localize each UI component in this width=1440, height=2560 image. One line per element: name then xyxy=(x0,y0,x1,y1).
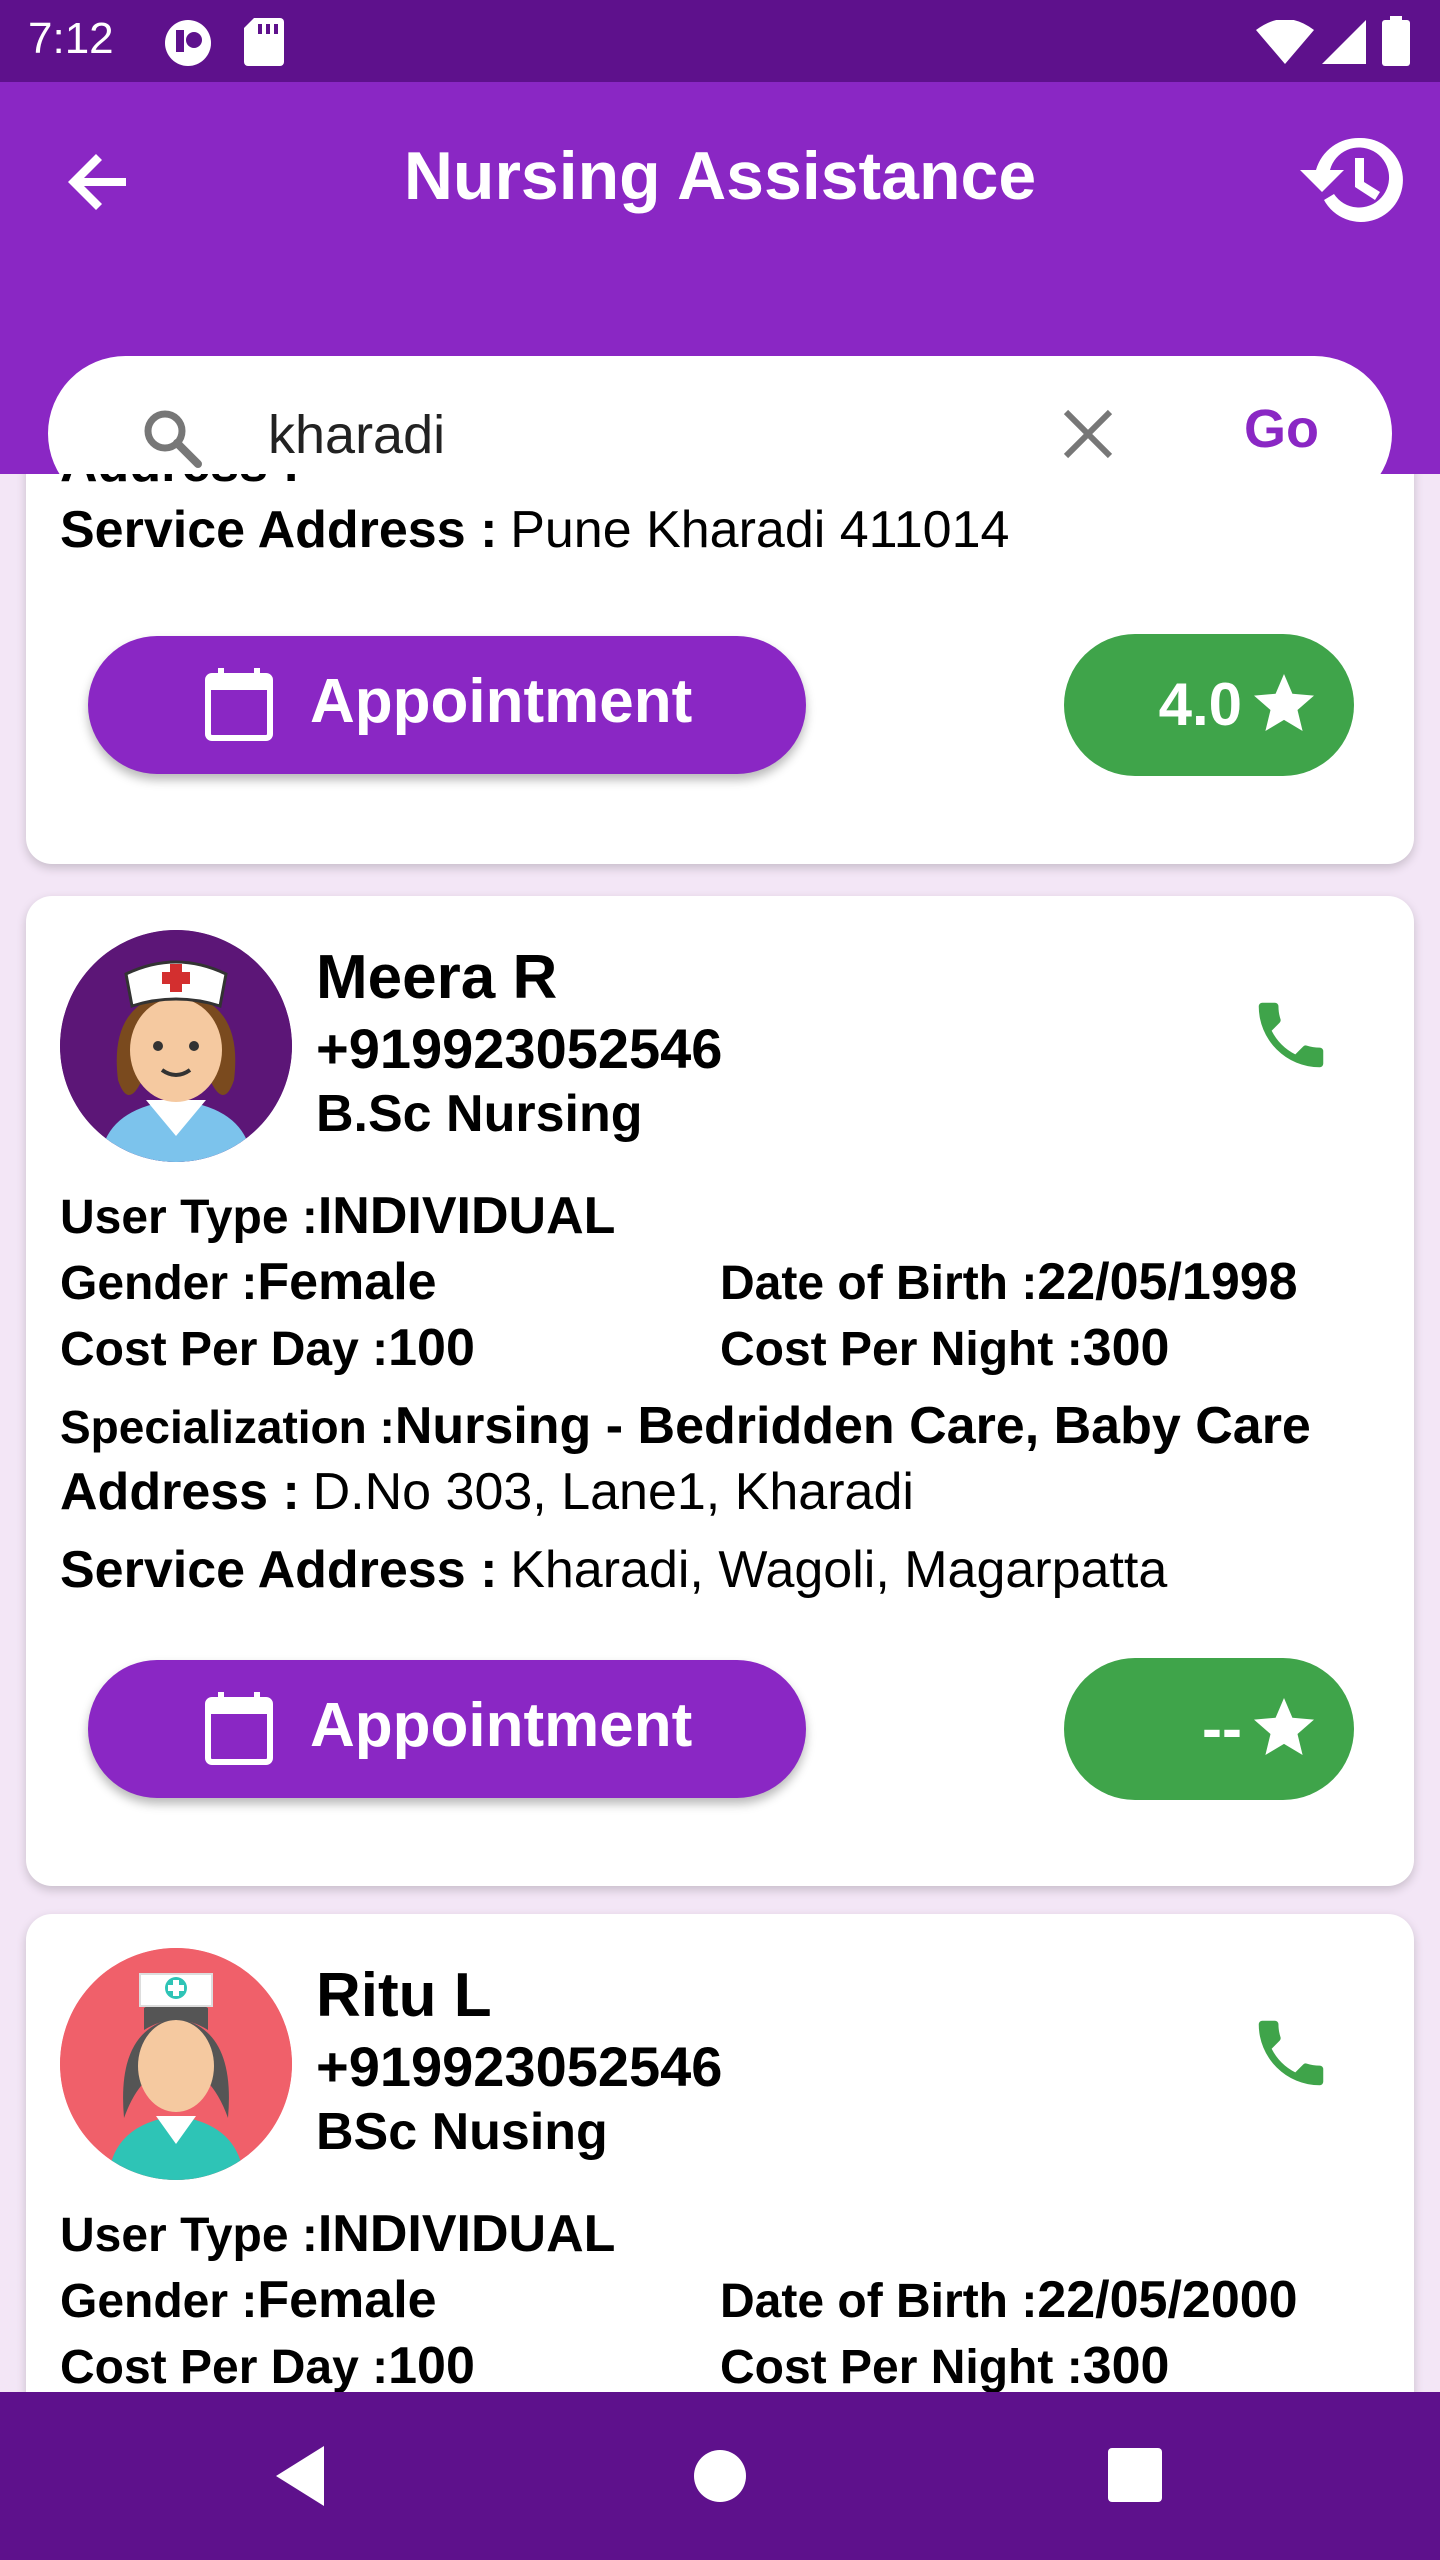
calendar-icon xyxy=(205,668,273,741)
service-address-row: Service Address : Kharadi, Wagoli, Magar… xyxy=(60,1540,1167,1600)
dob-label: Date of Birth : xyxy=(720,2275,1038,2328)
search-input[interactable]: kharadi xyxy=(268,404,445,466)
user-type-value: INDIVIDUAL xyxy=(317,1187,616,1245)
nurse-list: Address : Service Address : Pune Kharadi… xyxy=(0,474,1440,2392)
status-time: 7:12 xyxy=(28,14,114,63)
system-nav-bar xyxy=(0,2392,1440,2560)
nurse-phone: +919923052546 xyxy=(316,1017,723,1080)
signal-icon xyxy=(1322,20,1366,64)
user-type-label: User Type : xyxy=(60,2209,318,2262)
gender-value: Female xyxy=(257,2271,437,2329)
service-address-value: Kharadi, Wagoli, Magarpatta xyxy=(510,1541,1168,1599)
phone-icon[interactable] xyxy=(1248,2010,1334,2096)
appointment-label: Appointment xyxy=(310,667,693,736)
star-icon xyxy=(1254,1698,1314,1755)
nav-home-icon[interactable] xyxy=(692,2448,748,2504)
address-value: D.No 303, Lane1, Kharadi xyxy=(312,1463,914,1521)
gender-label: Gender : xyxy=(60,2275,258,2328)
rating-value: 4.0 xyxy=(1158,671,1242,738)
user-type-row: User Type :INDIVIDUAL xyxy=(60,2204,615,2264)
cost-night-row: Cost Per Night :300 xyxy=(720,2336,1169,2392)
sd-card-icon xyxy=(244,18,284,66)
clear-icon[interactable] xyxy=(1060,406,1116,462)
nurse-qualification: B.Sc Nursing xyxy=(316,1085,643,1143)
nurse-card: Meera R +919923052546 B.Sc Nursing User … xyxy=(26,896,1414,1886)
phone-icon[interactable] xyxy=(1248,992,1334,1078)
dob-value: 22/05/2000 xyxy=(1037,2271,1298,2329)
nurse-name: Meera R xyxy=(316,943,558,1012)
cost-night-label: Cost Per Night : xyxy=(720,1323,1083,1376)
gender-value: Female xyxy=(257,1253,437,1311)
cost-day-value: 100 xyxy=(388,1319,475,1377)
service-address-label: Service Address : xyxy=(60,1541,498,1599)
page-title: Nursing Assistance xyxy=(403,138,1037,214)
gender-row: Gender :Female xyxy=(60,1252,437,1312)
search-icon xyxy=(144,410,202,468)
address-row: Address : D.No 303, Lane1, Kharadi xyxy=(60,1462,914,1522)
battery-icon xyxy=(1382,16,1410,66)
appointment-button[interactable]: Appointment xyxy=(88,1660,806,1798)
appointment-label: Appointment xyxy=(310,1691,693,1760)
user-type-value: INDIVIDUAL xyxy=(317,2205,616,2263)
gender-label: Gender : xyxy=(60,1257,258,1310)
rating-value: -- xyxy=(1202,1695,1242,1762)
address-label: Address : xyxy=(60,1463,300,1521)
cost-day-value: 100 xyxy=(388,2337,475,2392)
specialization-row: Specialization :Nursing - Bedridden Care… xyxy=(60,1396,1311,1456)
cost-night-value: 300 xyxy=(1082,1319,1170,1377)
user-type-label: User Type : xyxy=(60,1191,318,1244)
app-notification-icon xyxy=(165,20,211,66)
cost-day-row: Cost Per Day :100 xyxy=(60,1318,475,1378)
nav-back-icon[interactable] xyxy=(272,2444,328,2508)
cost-night-value: 300 xyxy=(1082,2337,1170,2392)
go-button[interactable]: Go xyxy=(1244,398,1319,460)
gender-row: Gender :Female xyxy=(60,2270,437,2330)
dob-value: 22/05/1998 xyxy=(1037,1253,1298,1311)
avatar xyxy=(60,930,292,1162)
status-bar: 7:12 xyxy=(0,0,1440,82)
nurse-card: Address : Service Address : Pune Kharadi… xyxy=(26,474,1414,864)
nav-recents-icon[interactable] xyxy=(1108,2448,1162,2502)
nurse-avatar-icon xyxy=(60,1948,292,2180)
app-bar: Nursing Assistance kharadi Go xyxy=(0,82,1440,511)
rating-button[interactable]: 4.0 xyxy=(1064,634,1354,776)
service-address-value: Pune Kharadi 411014 xyxy=(510,501,1010,559)
nurse-avatar-icon xyxy=(60,930,292,1162)
nurse-qualification: BSc Nusing xyxy=(316,2103,608,2161)
user-type-row: User Type :INDIVIDUAL xyxy=(60,1186,615,1246)
cost-day-label: Cost Per Day : xyxy=(60,2341,389,2392)
address-row: Address : xyxy=(60,474,300,494)
service-address-row: Service Address : Pune Kharadi 411014 xyxy=(60,500,1009,560)
service-address-label: Service Address : xyxy=(60,501,498,559)
cost-day-row: Cost Per Day :100 xyxy=(60,2336,475,2392)
dob-row: Date of Birth :22/05/1998 xyxy=(720,1252,1298,1312)
nurse-card: Ritu L +919923052546 BSc Nusing User Typ… xyxy=(26,1914,1414,2392)
star-icon xyxy=(1254,674,1314,731)
dob-label: Date of Birth : xyxy=(720,1257,1038,1310)
nurse-name: Ritu L xyxy=(316,1961,492,2030)
appointment-button[interactable]: Appointment xyxy=(88,636,806,774)
cost-day-label: Cost Per Day : xyxy=(60,1323,389,1376)
history-icon[interactable] xyxy=(1300,130,1410,230)
dob-row: Date of Birth :22/05/2000 xyxy=(720,2270,1298,2330)
avatar xyxy=(60,1948,292,2180)
nurse-phone: +919923052546 xyxy=(316,2035,723,2098)
wifi-icon xyxy=(1256,20,1314,64)
specialization-label: Specialization : xyxy=(60,1401,395,1453)
rating-button[interactable]: -- xyxy=(1064,1658,1354,1800)
address-label: Address : xyxy=(60,474,300,493)
calendar-icon xyxy=(205,1692,273,1765)
cost-night-label: Cost Per Night : xyxy=(720,2341,1083,2392)
cost-night-row: Cost Per Night :300 xyxy=(720,1318,1169,1378)
specialization-value: Nursing - Bedridden Care, Baby Care xyxy=(394,1397,1311,1455)
